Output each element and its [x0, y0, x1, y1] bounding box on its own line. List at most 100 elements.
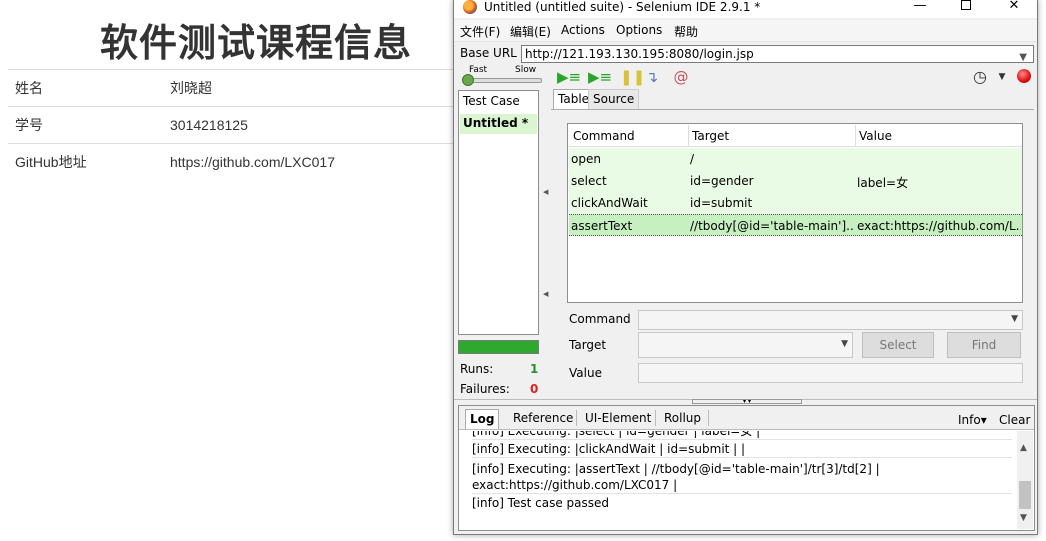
command-field[interactable]: ▼	[638, 310, 1023, 330]
tab-source[interactable]: Source	[588, 89, 640, 109]
table-row[interactable]: select id=gender label=女	[569, 170, 1022, 192]
value-field[interactable]	[638, 363, 1023, 383]
log-scrollbar[interactable]: ▲ ▼	[1017, 431, 1033, 529]
column-header-target[interactable]: Target	[692, 129, 729, 143]
page-title: 软件测试课程信息	[100, 21, 413, 65]
play-all-icon[interactable]: ▶≡	[557, 68, 581, 86]
failures-count: 0	[530, 382, 539, 396]
column-header-command[interactable]: Command	[573, 129, 635, 143]
find-button[interactable]: Find	[947, 332, 1021, 358]
command-cell: assertText	[571, 219, 633, 233]
test-case-header: Test Case	[463, 94, 520, 108]
chevron-down-icon[interactable]: ▼	[1011, 314, 1018, 324]
target-field[interactable]: ▼	[638, 332, 853, 358]
course-info-table: 姓名 刘晓超 学号 3014218125 GitHub地址 https://gi…	[8, 69, 458, 181]
base-url-value: http://121.193.130.195:8080/login.jsp	[525, 47, 754, 61]
tab-reference[interactable]: Reference	[509, 409, 577, 429]
base-url-label: Base URL	[460, 46, 517, 60]
tab-divider	[655, 410, 656, 426]
row-label: 姓名	[8, 69, 170, 107]
record-icon[interactable]	[1017, 69, 1031, 83]
column-divider[interactable]	[855, 125, 856, 147]
column-header-value[interactable]: Value	[859, 129, 892, 143]
row-label: 学号	[8, 106, 170, 144]
test-case-item[interactable]: Untitled *	[460, 114, 537, 134]
menu-actions[interactable]: Actions	[561, 23, 605, 37]
table-tab-content: Command Target Value open / select id=ge…	[551, 109, 1034, 398]
tab-log[interactable]: Log	[465, 409, 500, 429]
chevron-left-icon[interactable]: ◀	[543, 290, 548, 298]
table-row: 姓名 刘晓超	[8, 69, 458, 107]
menu-options[interactable]: Options	[616, 23, 662, 37]
row-value: https://github.com/LXC017	[170, 143, 458, 181]
log-line: [info] Executing: |select | id=gender | …	[472, 431, 1012, 440]
tab-ui-element[interactable]: UI-Element	[581, 409, 655, 429]
editor-panel: Table Source Command Target Value open /…	[551, 88, 1034, 398]
clear-log-button[interactable]: Clear	[999, 413, 1030, 427]
minimize-button[interactable]: —	[897, 0, 943, 16]
maximize-button[interactable]	[943, 0, 989, 16]
command-cell: clickAndWait	[571, 196, 648, 210]
progress-bar	[458, 340, 539, 354]
firefox-icon	[463, 0, 477, 14]
log-line: exact:https://github.com/LXC017 |	[472, 477, 1012, 494]
speed-fast-label: Fast	[469, 65, 488, 75]
table-row-selected[interactable]: assertText //tbody[@id='table-main']... …	[569, 214, 1022, 236]
tab-divider	[576, 410, 577, 426]
chevron-down-icon[interactable]: ▼	[1020, 513, 1027, 523]
test-case-list: Test Case Untitled *	[458, 90, 539, 335]
step-icon[interactable]: ↴	[642, 68, 662, 86]
runs-label: Runs:	[460, 362, 494, 376]
command-cell: open	[571, 152, 601, 166]
menu-bar: 文件(F) 编辑(E) Actions Options 帮助	[454, 20, 1037, 42]
target-cell: //tbody[@id='table-main']...	[690, 219, 854, 233]
command-table: Command Target Value open / select id=ge…	[567, 123, 1023, 303]
maximize-icon	[961, 0, 971, 10]
runs-count: 1	[530, 362, 539, 376]
tab-divider	[708, 410, 709, 426]
title-bar[interactable]: Untitled (untitled suite) - Selenium IDE…	[454, 0, 1037, 18]
window-title: Untitled (untitled suite) - Selenium IDE…	[484, 0, 761, 14]
play-icon[interactable]: ▶≡	[588, 68, 612, 86]
splitter-grip-icon[interactable]: ▾ ▾	[692, 399, 802, 405]
table-row[interactable]: clickAndWait id=submit	[569, 192, 1022, 214]
command-field-label: Command	[569, 312, 631, 326]
log-line: [info] Test case passed	[472, 496, 610, 510]
chevron-down-icon[interactable]: ▼	[1019, 50, 1027, 66]
log-tab-bar: Log Reference UI-Element Rollup Info▾ Cl…	[459, 406, 1034, 430]
chevron-down-icon[interactable]: ▼	[992, 68, 1012, 86]
menu-help[interactable]: 帮助	[674, 23, 698, 40]
rollup-icon[interactable]: @	[671, 68, 691, 86]
row-value: 3014218125	[170, 106, 458, 144]
target-cell: id=gender	[690, 174, 754, 188]
tab-rollup[interactable]: Rollup	[660, 409, 705, 429]
row-value: 刘晓超	[170, 69, 458, 107]
menu-file[interactable]: 文件(F)	[460, 23, 500, 40]
close-button[interactable]: ✕	[991, 0, 1037, 16]
selenium-ide-window: Untitled (untitled suite) - Selenium IDE…	[453, 0, 1038, 535]
command-table-header: Command Target Value	[569, 125, 1022, 147]
column-divider[interactable]	[688, 125, 689, 147]
select-button[interactable]: Select	[862, 332, 934, 358]
value-cell: exact:https://github.com/L...	[857, 219, 1021, 233]
chevron-down-icon[interactable]: ▼	[841, 339, 848, 349]
table-row: 学号 3014218125	[8, 106, 458, 144]
clock-icon[interactable]: ◷	[970, 68, 990, 86]
menu-edit[interactable]: 编辑(E)	[510, 23, 551, 40]
speed-slider[interactable]	[466, 78, 542, 83]
toolbar: Fast Slow ▶≡ ▶≡ ❚❚ ↴ @ ◷ ▼	[454, 65, 1037, 89]
command-cell: select	[571, 174, 607, 188]
speed-slider-handle[interactable]	[462, 74, 474, 86]
scrollbar-thumb[interactable]	[1019, 481, 1031, 509]
target-cell: id=submit	[690, 196, 753, 210]
pause-icon[interactable]: ❚❚	[620, 68, 645, 86]
speed-slow-label: Slow	[515, 65, 537, 75]
base-url-input[interactable]: http://121.193.130.195:8080/login.jsp ▼	[521, 45, 1034, 63]
chevron-up-icon[interactable]: ▲	[1020, 443, 1027, 453]
table-row[interactable]: open /	[569, 148, 1022, 170]
panel-splitter[interactable]: ◀ ◀	[543, 90, 549, 395]
failures-label: Failures:	[460, 382, 510, 396]
value-cell: label=女	[857, 176, 909, 190]
log-level-dropdown[interactable]: Info▾	[958, 413, 987, 427]
chevron-left-icon[interactable]: ◀	[543, 188, 548, 196]
